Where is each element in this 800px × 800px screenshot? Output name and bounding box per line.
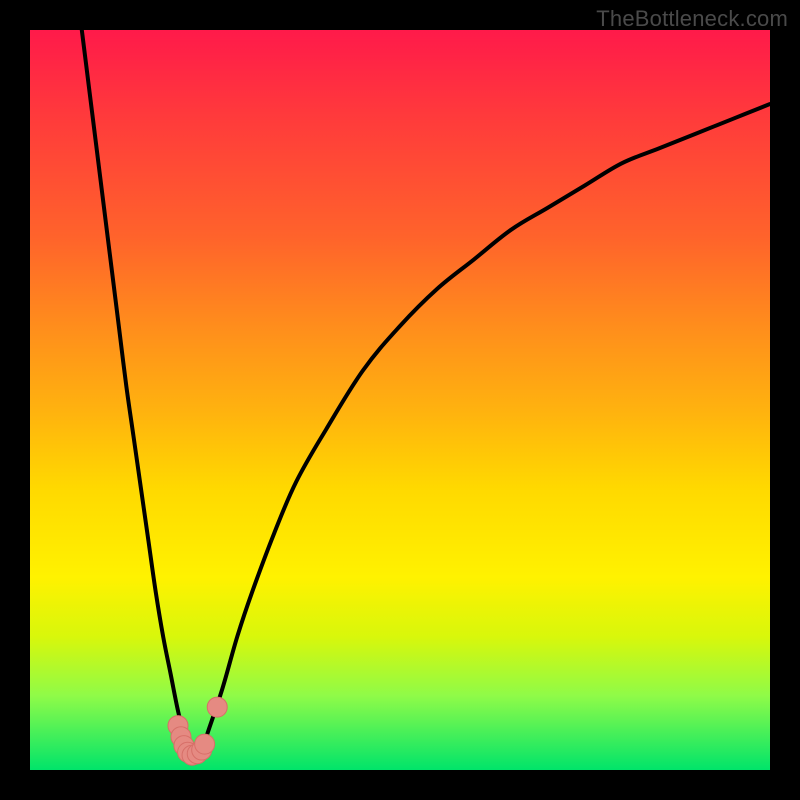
data-marker <box>195 734 215 754</box>
curve-right-branch <box>200 104 770 755</box>
chart-svg <box>30 30 770 770</box>
curve-left-branch <box>82 30 189 755</box>
chart-frame: TheBottleneck.com <box>0 0 800 800</box>
plot-area <box>30 30 770 770</box>
watermark-text: TheBottleneck.com <box>596 6 788 32</box>
data-marker <box>207 697 227 717</box>
